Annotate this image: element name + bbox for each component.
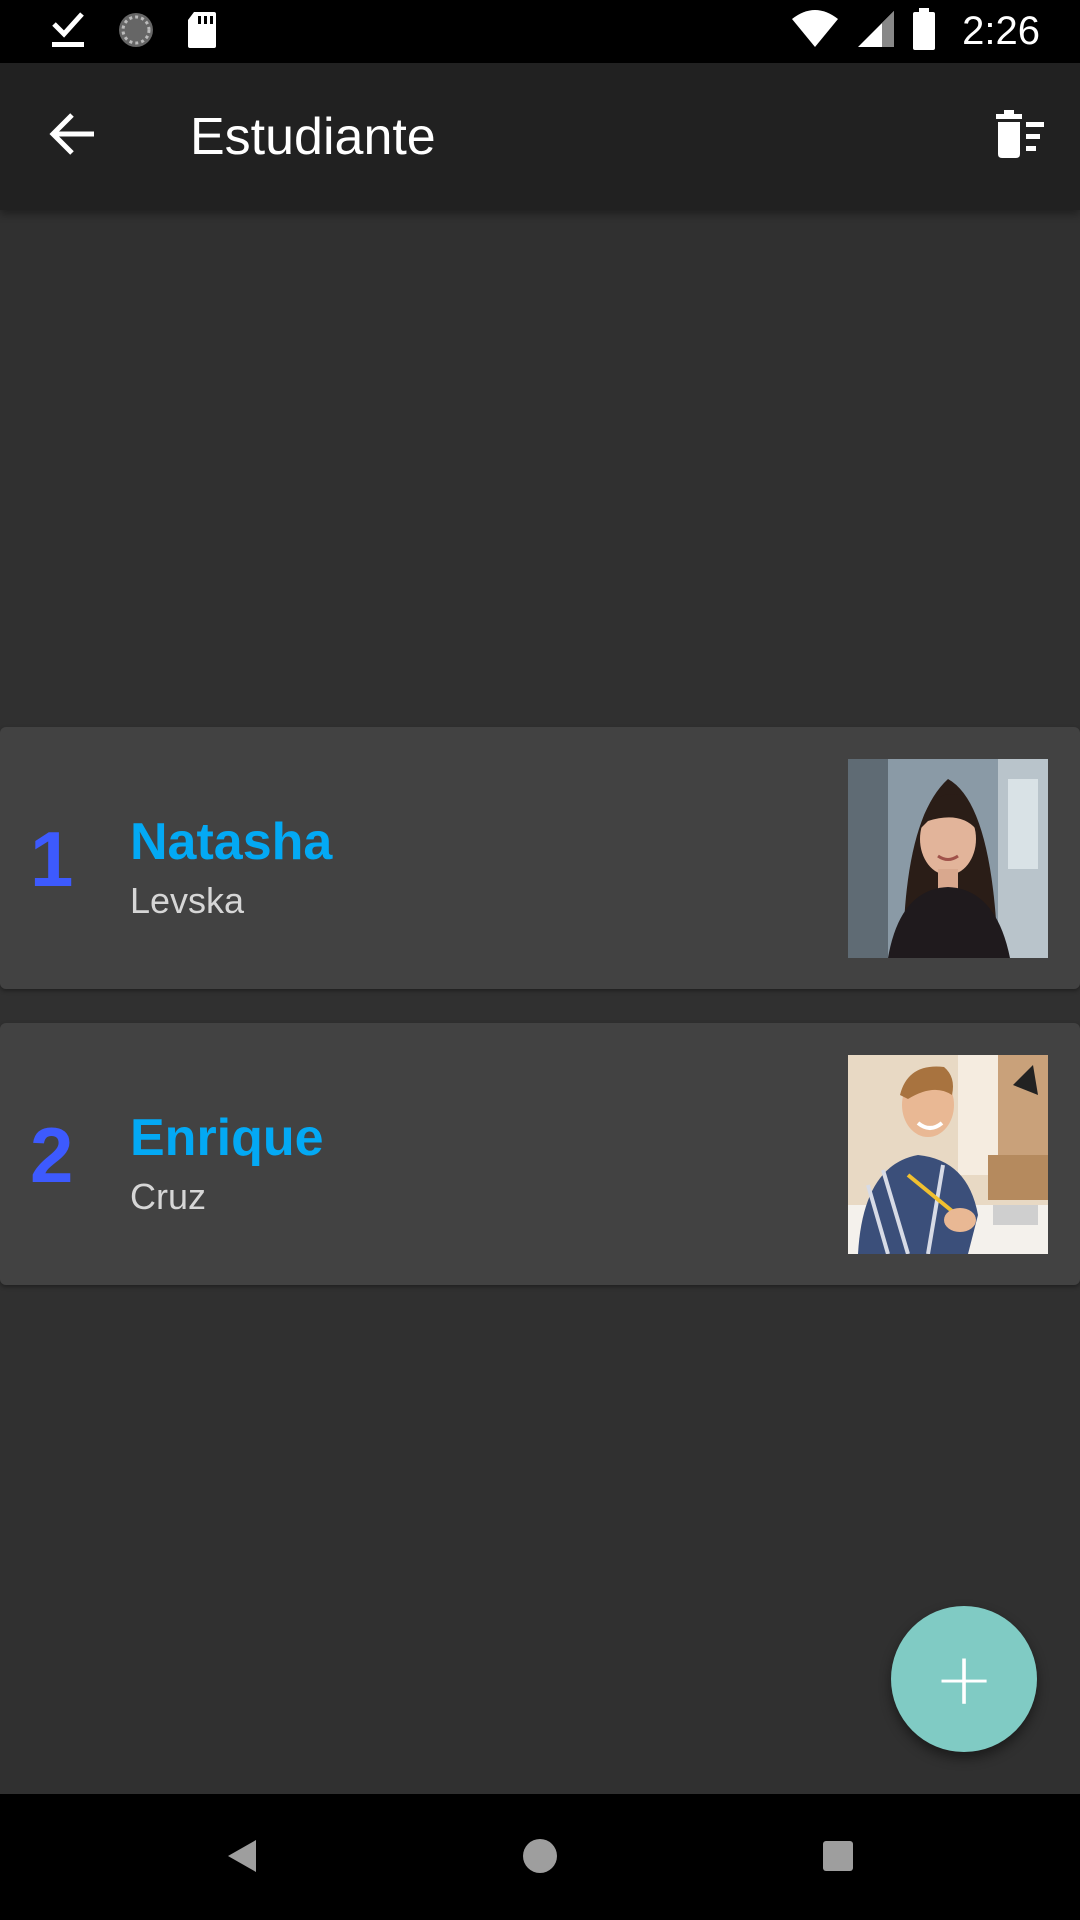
nav-home-button[interactable] xyxy=(512,1830,568,1886)
back-button[interactable] xyxy=(40,103,106,169)
cell-signal-icon xyxy=(856,9,896,54)
back-triangle-icon xyxy=(224,1836,260,1881)
student-photo-man-writing xyxy=(848,1055,1048,1254)
sd-card-icon xyxy=(186,10,218,55)
app-screen: 2:26 Estudiante 1 Natasha Levska 2 Enriq… xyxy=(0,0,1080,1920)
student-number: 1 xyxy=(30,815,74,903)
status-left-icons xyxy=(50,10,218,55)
page-title: Estudiante xyxy=(190,108,436,166)
wifi-icon xyxy=(790,9,840,54)
student-first-name: Enrique xyxy=(130,1109,324,1167)
add-student-button[interactable]: + xyxy=(891,1606,1037,1752)
status-time: 2:26 xyxy=(962,9,1040,53)
student-last-name: Cruz xyxy=(130,1176,207,1217)
arrow-back-icon xyxy=(48,112,98,161)
add-icon: + xyxy=(933,1637,995,1721)
status-right-icons: 2:26 xyxy=(790,6,1040,56)
delete-sweep-button[interactable] xyxy=(990,109,1050,165)
nav-recents-button[interactable] xyxy=(810,1830,866,1886)
student-number: 2 xyxy=(30,1111,74,1199)
student-last-name: Levska xyxy=(130,880,245,921)
system-nav-bar xyxy=(0,1794,1080,1920)
delete-sweep-icon xyxy=(992,109,1048,165)
sync-icon xyxy=(116,10,156,55)
list-item[interactable]: 2 Enrique Cruz xyxy=(0,1023,1080,1285)
student-first-name: Natasha xyxy=(130,813,333,871)
battery-icon xyxy=(912,7,936,55)
recents-square-icon xyxy=(820,1838,856,1879)
status-bar: 2:26 xyxy=(0,0,1080,63)
download-done-icon xyxy=(50,10,86,55)
app-bar: Estudiante xyxy=(0,63,1080,210)
home-circle-icon xyxy=(520,1836,560,1881)
nav-back-button[interactable] xyxy=(214,1830,270,1886)
list-item[interactable]: 1 Natasha Levska xyxy=(0,727,1080,989)
student-photo-woman xyxy=(848,759,1048,958)
